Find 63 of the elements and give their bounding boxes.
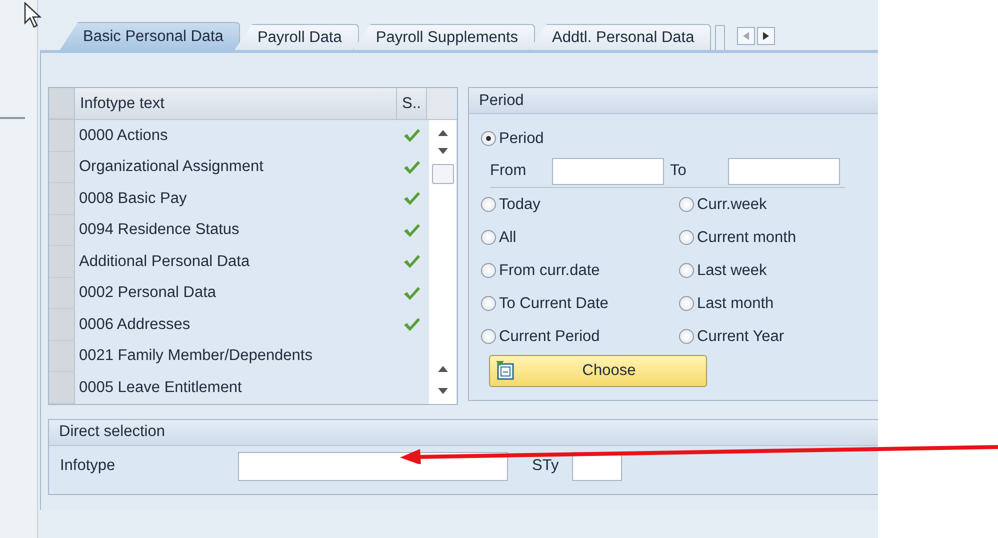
- to-date-field[interactable]: [728, 158, 840, 184]
- column-header[interactable]: Infotype text: [75, 88, 397, 119]
- row-selector[interactable]: [49, 152, 75, 183]
- radio-option[interactable]: Current Year: [679, 320, 878, 353]
- radio-option[interactable]: Curr.week: [679, 188, 878, 221]
- radio-option[interactable]: Last week: [679, 254, 878, 287]
- row-selector[interactable]: [49, 278, 75, 309]
- scroll-up-icon[interactable]: [438, 366, 448, 372]
- radio-option[interactable]: To Current Date: [481, 287, 679, 320]
- radio-option[interactable]: Period: [481, 122, 544, 155]
- scroll-down-icon[interactable]: [438, 148, 448, 154]
- row-selector[interactable]: [49, 214, 75, 246]
- check-icon: [403, 254, 421, 270]
- select-all-cell[interactable]: [49, 88, 75, 119]
- row-selector[interactable]: [49, 372, 75, 404]
- check-icon: [403, 317, 421, 332]
- table-cell[interactable]: 0094 Residence Status: [75, 214, 397, 246]
- table-cell[interactable]: 0008 Basic Pay: [75, 183, 397, 214]
- right-triangle-icon: [763, 32, 770, 40]
- radio-option[interactable]: From curr.date: [481, 254, 679, 287]
- check-icon: [403, 222, 421, 238]
- scroll-right-button[interactable]: [757, 27, 776, 45]
- scrollbar[interactable]: [429, 120, 456, 404]
- tab[interactable]: Payroll Supplements: [352, 24, 536, 50]
- row-selector[interactable]: [49, 246, 75, 278]
- check-icon: [403, 128, 421, 144]
- tab[interactable]: Addtl. Personal Data: [529, 24, 712, 50]
- group-title: Period: [479, 92, 524, 110]
- cursor-icon: [24, 2, 44, 28]
- table-cell[interactable]: Additional Personal Data: [75, 246, 397, 278]
- table-cell[interactable]: 0021 Family Member/Dependents: [75, 340, 397, 372]
- scroll-down-icon[interactable]: [438, 388, 448, 394]
- scroll-thumb[interactable]: [432, 164, 454, 184]
- tab[interactable]: Payroll Data: [234, 24, 359, 50]
- infotype-label: Infotype: [60, 457, 116, 475]
- check-icon: [403, 286, 421, 301]
- table-cell[interactable]: Organizational Assignment: [75, 152, 397, 183]
- row-selector[interactable]: [49, 120, 75, 152]
- radio-option[interactable]: Current Period: [481, 320, 679, 353]
- left-triangle-icon: [743, 32, 750, 40]
- infotype-field[interactable]: [238, 452, 508, 480]
- check-icon: [403, 160, 421, 175]
- table-cell[interactable]: 0006 Addresses: [75, 309, 397, 340]
- from-date-field[interactable]: [552, 158, 664, 184]
- scroll-up-icon[interactable]: [438, 130, 448, 136]
- column-header[interactable]: S..: [397, 88, 427, 119]
- choose-button[interactable]: Choose: [489, 355, 707, 387]
- radio-option[interactable]: Current month: [679, 221, 878, 254]
- radio-option[interactable]: Today: [481, 188, 679, 221]
- from-label: From: [490, 162, 528, 180]
- row-selector[interactable]: [49, 340, 75, 372]
- row-selector[interactable]: [49, 183, 75, 214]
- check-icon: [403, 191, 421, 206]
- to-label: To: [670, 162, 688, 180]
- table-cell[interactable]: 0005 Leave Entitlement: [75, 372, 397, 404]
- radio-option[interactable]: Last month: [679, 287, 878, 320]
- table-cell[interactable]: 0002 Personal Data: [75, 278, 397, 309]
- table-cell[interactable]: 0000 Actions: [75, 120, 397, 152]
- radio-option[interactable]: All: [481, 221, 679, 254]
- row-selector[interactable]: [49, 309, 75, 340]
- subtype-label: STy: [532, 457, 560, 475]
- tab[interactable]: Basic Personal Data: [60, 22, 240, 50]
- group-title: Direct selection: [59, 423, 165, 441]
